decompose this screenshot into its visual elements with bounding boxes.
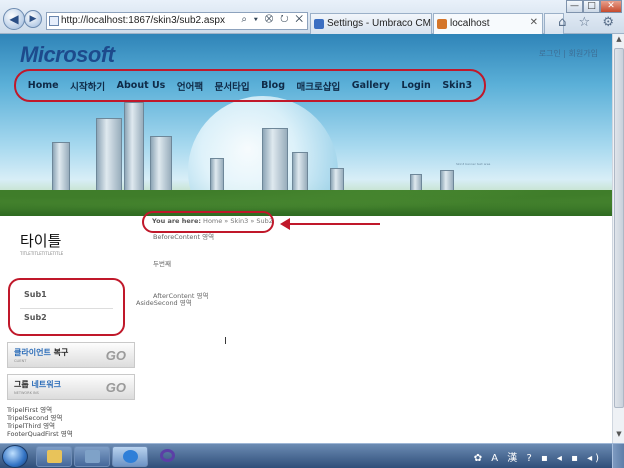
taskbar-app[interactable] xyxy=(74,446,110,467)
site-logo[interactable]: Microsoft xyxy=(20,42,115,68)
forward-button[interactable]: ▶ xyxy=(24,10,42,28)
nav-item-blog[interactable]: Blog xyxy=(261,80,285,91)
go-button[interactable]: GO xyxy=(106,380,126,395)
tab-settings-umbraco[interactable]: Settings - Umbraco CMS - lo... xyxy=(310,13,432,34)
text-cursor-icon: I xyxy=(224,336,227,347)
sub-menu: Sub1 Sub2 xyxy=(8,278,125,336)
page-viewport: Microsoft 로그인 | 회원가입 Skin3 banner text a… xyxy=(0,34,612,443)
taskbar: ✿ A 漢 ? ▪ ◂ ▪ ◂) xyxy=(0,443,624,468)
page-icon xyxy=(49,16,59,26)
nav-item-getting-started[interactable]: 시작하기 xyxy=(70,79,105,93)
app-icon xyxy=(85,450,100,463)
tab-label: Settings - Umbraco CMS - lo... xyxy=(327,18,431,29)
scroll-up-icon[interactable]: ▲ xyxy=(614,35,624,47)
region-label: TripelSecond 영역 xyxy=(7,414,63,422)
nav-item-home[interactable]: Home xyxy=(28,80,59,91)
before-content-region: BeforeContent 영역 xyxy=(153,233,215,241)
breadcrumb: You are here: Home » Skin3 » Sub2 xyxy=(152,217,273,225)
trees xyxy=(0,190,612,216)
close-tab-icon[interactable]: ✕ xyxy=(530,17,538,28)
divider xyxy=(20,308,113,309)
address-tools-icons[interactable]: ⌕ ▾ ⛒ ↻ ✕ xyxy=(241,14,305,25)
promo-title: 그룹 네트워크 xyxy=(14,380,61,389)
promo-subtitle: CLIENT xyxy=(14,359,27,363)
ie-icon xyxy=(123,450,138,463)
close-window-button[interactable]: ✕ xyxy=(600,0,622,13)
section-title: 타이틀 xyxy=(20,232,62,250)
footer-regions: TripelFirst 영역 TripelSecond 영역 TripelThi… xyxy=(7,406,73,438)
scroll-thumb[interactable] xyxy=(614,48,624,408)
address-text: http://localhost:1867/skin3/sub2.aspx xyxy=(61,15,225,26)
nav-item-document-types[interactable]: 문서타입 xyxy=(215,79,250,93)
taskbar-visual-studio[interactable] xyxy=(150,446,186,467)
client-recovery-banner[interactable]: 클라이언트 복구 CLIENT GO xyxy=(7,342,135,368)
window-controls: — □ ✕ xyxy=(566,0,622,14)
start-button[interactable] xyxy=(2,445,28,468)
region-label: TripelFirst 영역 xyxy=(7,406,53,414)
tab-label: localhost xyxy=(450,18,490,29)
vertical-scrollbar[interactable]: ▲ ▼ xyxy=(612,34,624,443)
banner-note: Skin3 banner text area xyxy=(456,162,491,166)
main-navigation: Home 시작하기 About Us 언어팩 문서타입 Blog 매크로샵입 G… xyxy=(14,69,486,102)
region-label: FooterQuadFirst 영역 xyxy=(7,430,73,438)
annotation-arrow xyxy=(284,223,380,225)
nav-item-language-pack[interactable]: 언어팩 xyxy=(177,79,203,93)
submenu-item-sub1[interactable]: Sub1 xyxy=(24,290,47,299)
building xyxy=(150,136,172,198)
infinity-icon xyxy=(160,449,175,462)
taskbar-explorer[interactable] xyxy=(36,446,72,467)
body-text: 두번째 xyxy=(153,260,171,268)
address-bar[interactable]: http://localhost:1867/skin3/sub2.aspx ⌕ … xyxy=(46,12,308,30)
browser-chrome: ◀ ▶ http://localhost:1867/skin3/sub2.asp… xyxy=(0,0,624,34)
breadcrumb-path[interactable]: Home » Skin3 » Sub2 xyxy=(201,217,273,225)
scroll-down-icon[interactable]: ▼ xyxy=(614,430,624,442)
show-desktop-button[interactable] xyxy=(612,444,624,468)
taskbar-internet-explorer[interactable] xyxy=(112,446,148,467)
submenu-item-sub2[interactable]: Sub2 xyxy=(24,313,47,322)
nav-item-macro-shop[interactable]: 매크로샵입 xyxy=(297,79,341,93)
system-tray[interactable]: ✿ A 漢 ? ▪ ◂ ▪ ◂) xyxy=(474,449,602,464)
region-label: TripelThird 영역 xyxy=(7,422,56,430)
group-network-banner[interactable]: 그룹 네트워크 NETWORK INS GO xyxy=(7,374,135,400)
promo-subtitle: NETWORK INS xyxy=(14,391,39,395)
nav-item-about-us[interactable]: About Us xyxy=(117,80,166,91)
folder-icon xyxy=(47,450,62,463)
site-banner: Microsoft 로그인 | 회원가입 Skin3 banner text a… xyxy=(0,34,612,216)
minimize-button[interactable]: — xyxy=(566,0,583,13)
toolbar-icons[interactable]: ⌂ ☆ ⚙ xyxy=(558,15,618,30)
building xyxy=(124,102,144,198)
top-links[interactable]: 로그인 | 회원가입 xyxy=(539,48,598,59)
ie-tab-icon xyxy=(437,19,447,29)
building xyxy=(96,118,122,198)
go-button[interactable]: GO xyxy=(106,348,126,363)
nav-item-login[interactable]: Login xyxy=(401,80,430,91)
umbraco-tab-icon xyxy=(314,19,324,29)
back-button[interactable]: ◀ xyxy=(3,8,25,30)
page-content: 타이틀 TITLETITLETITLETITLE Sub1 Sub2 클라이언트… xyxy=(0,211,612,443)
tab-localhost[interactable]: localhost ✕ xyxy=(433,13,543,34)
nav-item-skin3[interactable]: Skin3 xyxy=(442,80,472,91)
nav-item-gallery[interactable]: Gallery xyxy=(352,80,390,91)
left-sidebar: 타이틀 TITLETITLETITLETITLE Sub1 Sub2 클라이언트… xyxy=(0,216,135,443)
building xyxy=(262,128,288,198)
maximize-button[interactable]: □ xyxy=(583,0,600,13)
aside-second-region: AsideSecond 영역 xyxy=(136,299,192,307)
section-subtitle: TITLETITLETITLETITLE xyxy=(20,251,64,256)
promo-title: 클라이언트 복구 xyxy=(14,348,69,357)
breadcrumb-label: You are here: xyxy=(152,217,201,225)
